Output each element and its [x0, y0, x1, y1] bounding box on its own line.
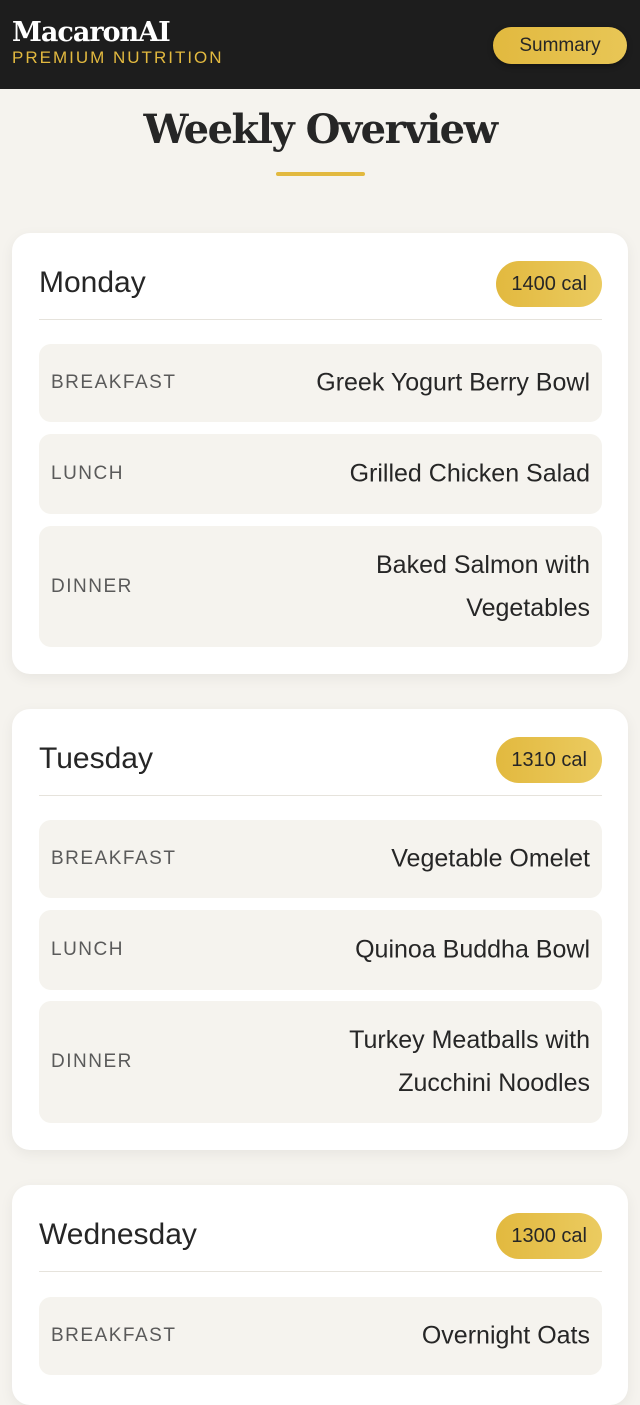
- meal-dish: Overnight Oats: [421, 1321, 590, 1350]
- meal-dish: Baked Salmon with Vegetables: [375, 550, 590, 622]
- meal-label: BREAKFAST: [51, 372, 177, 393]
- meal-label: BREAKFAST: [51, 848, 177, 869]
- page-title: Weekly Overview: [143, 106, 498, 153]
- meal-dish: Quinoa Buddha Bowl: [355, 935, 590, 964]
- meal-dish: Turkey Meatballs with Zucchini Noodles: [349, 1026, 590, 1097]
- meal-label: DINNER: [51, 575, 133, 597]
- meal-label: DINNER: [51, 1051, 133, 1072]
- meal-item-lunch[interactable]: LUNCH Grilled Chicken Salad: [39, 434, 602, 514]
- meal-item-dinner[interactable]: DINNER Baked Salmon with Vegetables: [39, 526, 602, 647]
- summary-button[interactable]: Summary: [493, 27, 627, 64]
- calorie-badge: 1310 cal: [496, 737, 602, 783]
- calorie-badge: 1300 cal: [496, 1213, 602, 1259]
- day-header: Monday 1400 cal: [39, 233, 602, 320]
- day-name: Tuesday: [39, 742, 153, 775]
- day-card-tuesday: Tuesday 1310 cal BREAKFAST Vegetable Ome…: [12, 709, 628, 1150]
- calorie-badge: 1400 cal: [496, 261, 602, 307]
- meal-label: BREAKFAST: [51, 1325, 177, 1346]
- brand-tagline: PREMIUM NUTRITION: [12, 48, 224, 67]
- meal-item-dinner[interactable]: DINNER Turkey Meatballs with Zucchini No…: [39, 1001, 602, 1123]
- meal-item-breakfast[interactable]: BREAKFAST Vegetable Omelet: [39, 820, 602, 898]
- title-divider: [276, 172, 365, 176]
- day-card-monday: Monday 1400 cal BREAKFAST Greek Yogurt B…: [12, 233, 628, 674]
- meal-dish: Vegetable Omelet: [391, 844, 590, 873]
- app-header: MacaronAI PREMIUM NUTRITION Summary: [0, 0, 640, 89]
- day-name: Monday: [39, 266, 146, 299]
- meal-item-breakfast[interactable]: BREAKFAST Greek Yogurt Berry Bowl: [39, 344, 602, 422]
- brand-name: MacaronAI: [12, 17, 171, 48]
- meal-item-lunch[interactable]: LUNCH Quinoa Buddha Bowl: [39, 910, 602, 990]
- meal-label: LUNCH: [51, 463, 124, 484]
- meal-item-breakfast[interactable]: BREAKFAST Overnight Oats: [39, 1297, 602, 1375]
- day-header: Wednesday 1300 cal: [39, 1185, 602, 1272]
- day-header: Tuesday 1310 cal: [39, 709, 602, 796]
- day-card-wednesday: Wednesday 1300 cal BREAKFAST Overnight O…: [12, 1185, 628, 1405]
- day-name: Wednesday: [39, 1218, 197, 1251]
- meal-dish: Greek Yogurt Berry Bowl: [316, 368, 590, 397]
- meal-dish: Grilled Chicken Salad: [349, 459, 590, 488]
- meal-label: LUNCH: [51, 939, 124, 960]
- brand-logo[interactable]: MacaronAI PREMIUM NUTRITION: [12, 18, 224, 68]
